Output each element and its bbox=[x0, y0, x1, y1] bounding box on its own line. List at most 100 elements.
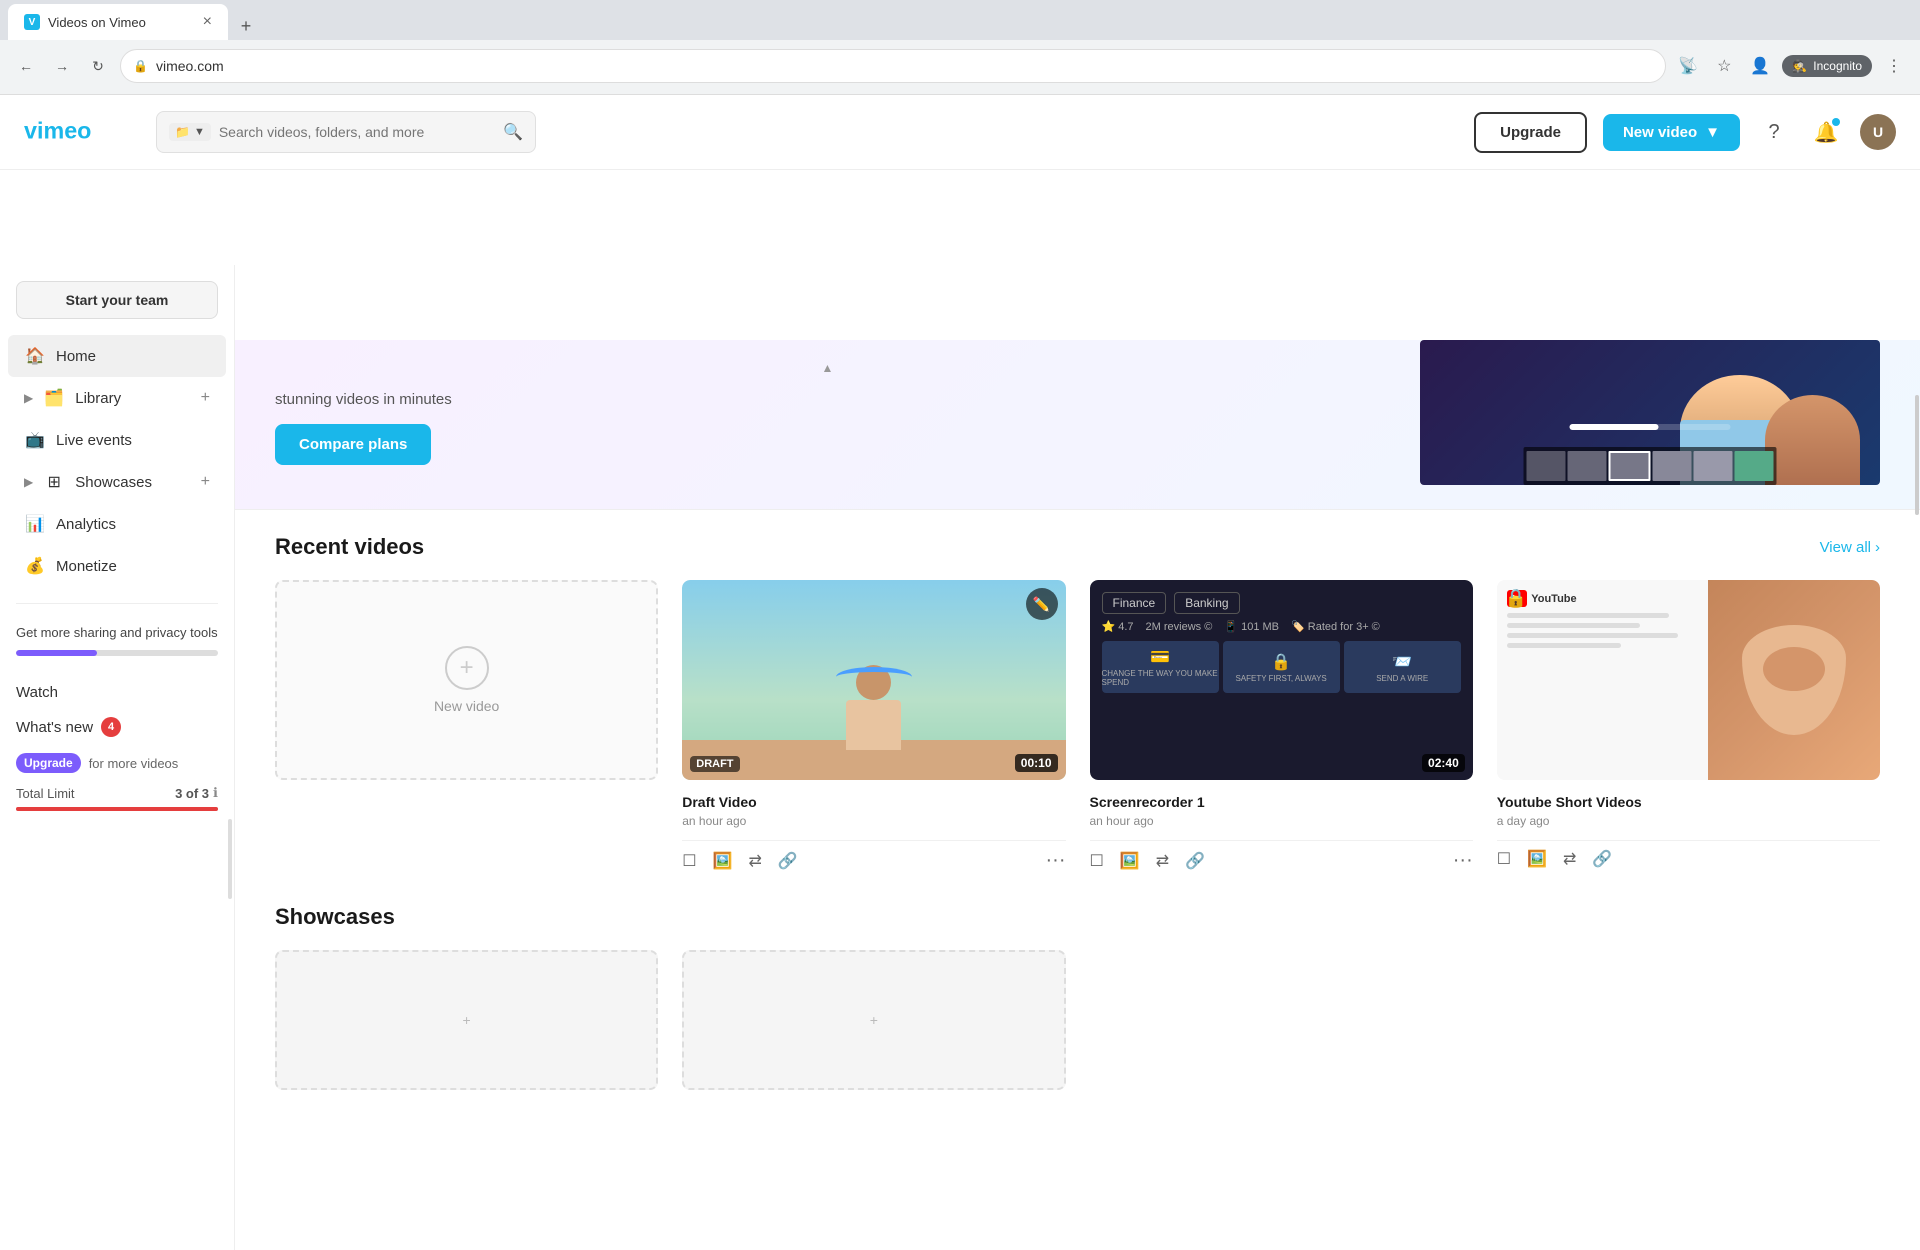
recent-videos-title: Recent videos bbox=[275, 534, 424, 560]
screenrecorder-title: Screenrecorder 1 bbox=[1090, 794, 1473, 810]
video-grid: + New video bbox=[275, 580, 1880, 872]
active-tab[interactable]: V Videos on Vimeo × bbox=[8, 4, 228, 40]
app-icon-2: 🔒 SAFETY FIRST, ALWAYS bbox=[1223, 641, 1340, 693]
app-icons-row: 💳 CHANGE THE WAY YOU MAKE SPEND 🔒 SAFETY… bbox=[1102, 641, 1461, 693]
youtube-thumb: ▶ YouTube bbox=[1497, 580, 1880, 780]
user-avatar[interactable]: U bbox=[1860, 114, 1896, 150]
lock-icon: 🔒 bbox=[133, 59, 148, 73]
add-library-icon[interactable]: + bbox=[201, 389, 210, 407]
scroll-thumb[interactable] bbox=[1915, 395, 1919, 515]
video-card-draft: ✏️ 00:10 DRAFT Draft Video an hour ago ☐… bbox=[682, 580, 1065, 872]
sr-link-icon[interactable]: 🔗 bbox=[1185, 851, 1205, 871]
sidebar-item-analytics[interactable]: 📊 Analytics bbox=[8, 503, 226, 545]
app-layout: Start your team 🏠 Home ▶ 🗂️ Library + 📺 … bbox=[0, 265, 1920, 1250]
sidebar-item-monetize[interactable]: 💰 Monetize bbox=[8, 545, 226, 587]
library-expand-icon[interactable]: ▶ bbox=[24, 391, 33, 405]
youtube-thumb-container[interactable]: ▶ YouTube bbox=[1497, 580, 1880, 780]
view-all-link[interactable]: View all › bbox=[1820, 539, 1880, 556]
notification-icon[interactable]: 🔔 bbox=[1808, 114, 1844, 150]
sidebar-scrollbar[interactable] bbox=[228, 819, 232, 899]
sr-share-icon[interactable]: ⇄ bbox=[1156, 851, 1169, 871]
sidebar-item-home[interactable]: 🏠 Home bbox=[8, 335, 226, 377]
finance-tags-row: Finance Banking bbox=[1102, 592, 1461, 614]
draft-checkbox-icon[interactable]: ☐ bbox=[682, 851, 696, 871]
limit-fill bbox=[16, 807, 218, 811]
profile-icon[interactable]: 👤 bbox=[1746, 52, 1774, 80]
app-icon-3-label: SEND A WIRE bbox=[1376, 674, 1428, 683]
monetize-label: Monetize bbox=[56, 558, 210, 575]
help-icon[interactable]: ? bbox=[1756, 114, 1792, 150]
app-icon-1-label: CHANGE THE WAY YOU MAKE SPEND bbox=[1102, 669, 1219, 687]
yt-link-icon[interactable]: 🔗 bbox=[1592, 849, 1612, 869]
edit-icon-badge[interactable]: ✏️ bbox=[1026, 588, 1058, 620]
sr-more-icon[interactable]: ··· bbox=[1453, 849, 1473, 872]
search-filter-dropdown[interactable]: 📁 ▼ bbox=[169, 123, 211, 141]
reload-button[interactable]: ↻ bbox=[84, 52, 112, 80]
screenrecorder-thumb-container[interactable]: Finance Banking ⭐ 4.7 2M reviews © 📱 101… bbox=[1090, 580, 1473, 780]
draft-video-actions: ☐ 🖼️ ⇄ 🔗 ··· bbox=[682, 840, 1065, 872]
upgrade-button[interactable]: Upgrade bbox=[1474, 112, 1587, 153]
compare-plans-button[interactable]: Compare plans bbox=[275, 424, 431, 465]
yt-food-image bbox=[1708, 580, 1880, 780]
sr-image-icon[interactable]: 🖼️ bbox=[1120, 851, 1140, 871]
info-icon[interactable]: ℹ bbox=[213, 785, 218, 801]
close-tab-button[interactable]: × bbox=[203, 13, 212, 31]
cast-icon[interactable]: 📡 bbox=[1674, 52, 1702, 80]
search-icon[interactable]: 🔍 bbox=[503, 122, 523, 142]
yt-line-3 bbox=[1507, 633, 1679, 638]
yt-logo-area: ▶ YouTube bbox=[1507, 590, 1698, 607]
sidebar-header: Start your team bbox=[0, 265, 234, 327]
analytics-label: Analytics bbox=[56, 516, 210, 533]
menu-icon[interactable]: ⋮ bbox=[1880, 52, 1908, 80]
filmstrip-frame-4 bbox=[1653, 451, 1692, 481]
bookmark-icon[interactable]: ☆ bbox=[1710, 52, 1738, 80]
draft-more-icon[interactable]: ··· bbox=[1046, 849, 1066, 872]
sidebar-item-live-events[interactable]: 📺 Live events bbox=[8, 419, 226, 461]
yt-image-icon[interactable]: 🖼️ bbox=[1527, 849, 1547, 869]
upgrade-pill[interactable]: Upgrade bbox=[16, 753, 81, 773]
food-bowl bbox=[1742, 625, 1845, 735]
youtube-time: a day ago bbox=[1497, 814, 1880, 828]
screenrecorder-actions: ☐ 🖼️ ⇄ 🔗 ··· bbox=[1090, 840, 1473, 872]
showcase-card-1[interactable]: + bbox=[275, 950, 658, 1090]
add-video-card[interactable]: + New video bbox=[275, 580, 658, 780]
sr-checkbox-icon[interactable]: ☐ bbox=[1090, 851, 1104, 871]
address-bar[interactable]: 🔒 vimeo.com bbox=[120, 49, 1666, 83]
search-bar[interactable]: 📁 ▼ 🔍 bbox=[156, 111, 536, 153]
search-input[interactable] bbox=[219, 124, 495, 140]
new-tab-button[interactable]: + bbox=[232, 12, 260, 40]
sidebar-bottom: Watch What's new 4 Upgrade for more vide… bbox=[0, 668, 234, 819]
draft-share-icon[interactable]: ⇄ bbox=[749, 851, 762, 871]
rating-value: ⭐ 4.7 bbox=[1102, 620, 1134, 633]
total-limit-label: Total Limit bbox=[16, 786, 75, 801]
draft-video-info: Draft Video an hour ago bbox=[682, 790, 1065, 832]
showcase-card-2[interactable]: + bbox=[682, 950, 1065, 1090]
draft-link-icon[interactable]: 🔗 bbox=[778, 851, 798, 871]
draft-video-thumb-container[interactable]: ✏️ 00:10 DRAFT bbox=[682, 580, 1065, 780]
draft-image-icon[interactable]: 🖼️ bbox=[713, 851, 733, 871]
sidebar-item-library[interactable]: ▶ 🗂️ Library + bbox=[8, 377, 226, 419]
showcases-expand-icon[interactable]: ▶ bbox=[24, 475, 33, 489]
sidebar-item-showcases[interactable]: ▶ ⊞ Showcases + bbox=[8, 461, 226, 503]
back-button[interactable]: ← bbox=[12, 52, 40, 80]
limit-bar bbox=[16, 807, 218, 811]
draft-video-thumb bbox=[682, 580, 1065, 780]
add-showcase-icon[interactable]: + bbox=[201, 473, 210, 491]
browser-toolbar: ← → ↻ 🔒 vimeo.com 📡 ☆ 👤 🕵️ Incognito ⋮ bbox=[0, 40, 1920, 92]
yt-checkbox-icon[interactable]: ☐ bbox=[1497, 849, 1511, 869]
scroll-up-indicator[interactable]: ▲ bbox=[275, 361, 1380, 375]
start-team-button[interactable]: Start your team bbox=[16, 281, 218, 319]
banner-text: ▲ stunning videos in minutes Compare pla… bbox=[275, 341, 1380, 485]
new-video-button[interactable]: New video ▼ bbox=[1603, 114, 1740, 151]
yt-share-icon[interactable]: ⇄ bbox=[1563, 849, 1576, 869]
forward-button[interactable]: → bbox=[48, 52, 76, 80]
banner-subtitle: stunning videos in minutes bbox=[275, 391, 1380, 408]
headphone-band bbox=[836, 667, 912, 687]
scroll-track[interactable] bbox=[1914, 265, 1920, 1250]
yt-line-4 bbox=[1507, 643, 1621, 648]
watch-link[interactable]: Watch bbox=[16, 676, 218, 709]
view-all-label: View all bbox=[1820, 539, 1871, 556]
browser-tabs: V Videos on Vimeo × + bbox=[0, 0, 1920, 40]
whats-new-item[interactable]: What's new 4 bbox=[16, 709, 218, 745]
app-icon-1-glyph: 💳 bbox=[1150, 647, 1170, 667]
